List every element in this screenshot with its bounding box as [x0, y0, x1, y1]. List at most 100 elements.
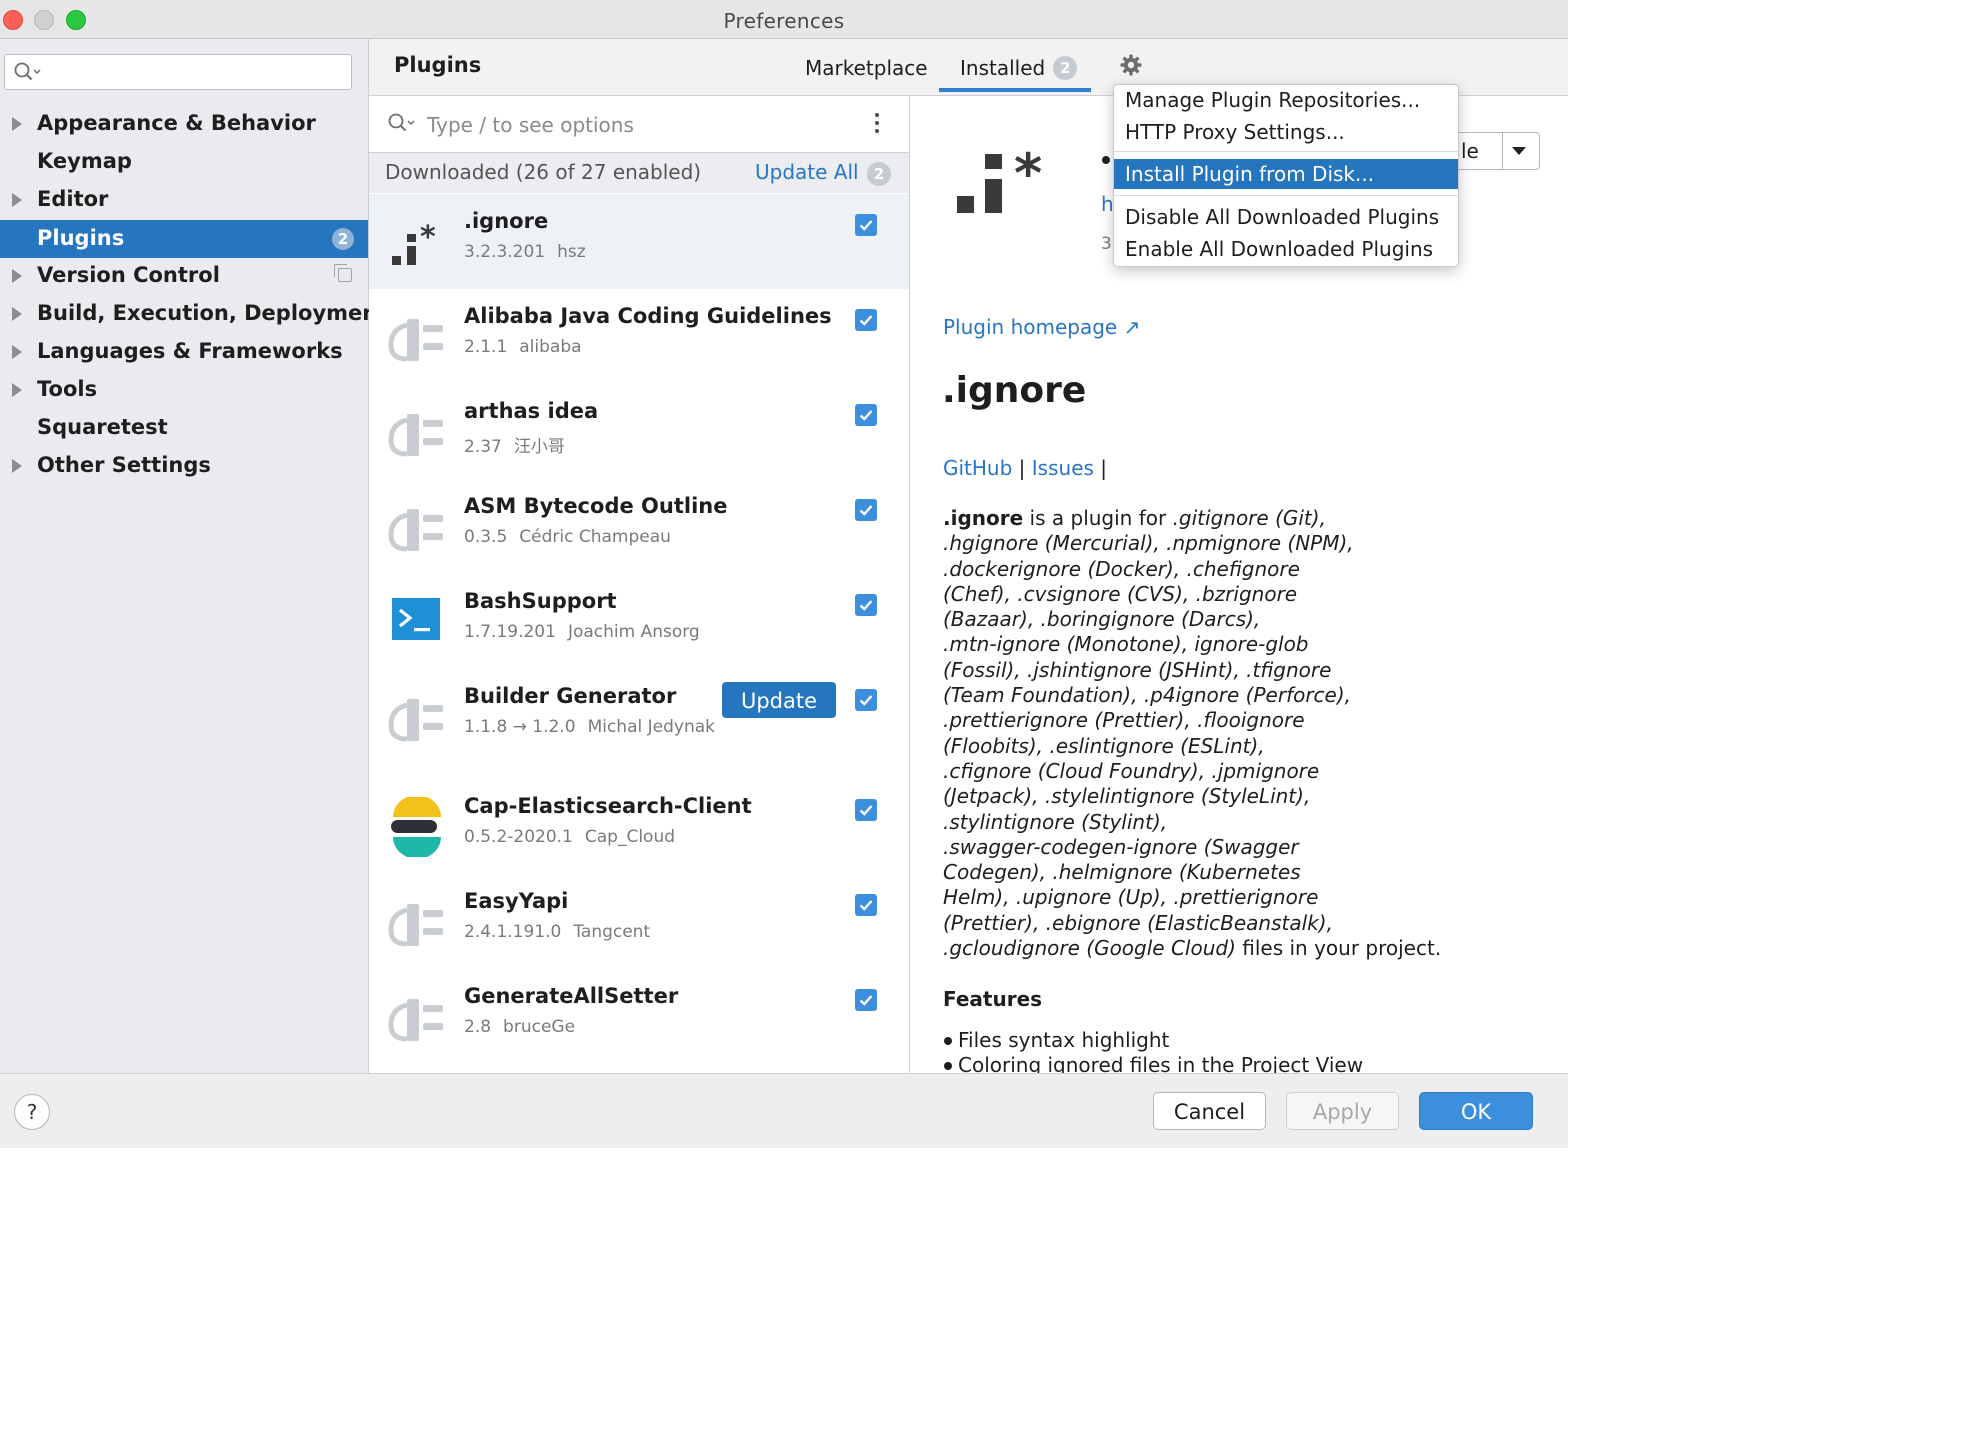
plugin-name: Cap-Elasticsearch-Client — [464, 794, 752, 818]
elastic-icon — [387, 795, 447, 859]
help-button[interactable]: ? — [14, 1094, 50, 1130]
ignore-logo-icon: * — [387, 212, 447, 272]
sidebar-item-squaretest[interactable]: Squaretest — [0, 409, 368, 447]
plugin-enabled-checkbox[interactable] — [855, 404, 877, 426]
chevron-down-icon[interactable] — [1512, 147, 1526, 155]
plugin-row-ignore[interactable]: * .ignore 3.2.3.201 hsz — [369, 194, 909, 289]
plugin-links: GitHub | Issues | — [943, 456, 1107, 480]
github-link[interactable]: GitHub — [943, 456, 1012, 480]
sidebar-item-label: Build, Execution, Deployment — [37, 301, 388, 325]
description-text: is a plugin for — [1023, 506, 1173, 530]
menu-item-disable-all-downloaded-plugins[interactable]: Disable All Downloaded Plugins — [1114, 202, 1458, 232]
plugin-row-alibaba-java-coding-guidelines[interactable]: Alibaba Java Coding Guidelines 2.1.1 alib… — [369, 289, 909, 384]
plugin-row-arthas-idea[interactable]: arthas idea 2.37 汪小哥 — [369, 384, 909, 479]
enable-split-button[interactable]: le — [1450, 132, 1540, 170]
plugin-name: GenerateAllSetter — [464, 984, 679, 1008]
gear-icon[interactable] — [1119, 53, 1143, 81]
menu-item-http-proxy-settings[interactable]: HTTP Proxy Settings... — [1114, 117, 1458, 147]
plugin-enabled-checkbox[interactable] — [855, 309, 877, 331]
plugin-enabled-checkbox[interactable] — [855, 594, 877, 616]
sidebar-item-plugins[interactable]: Plugins 2 — [0, 220, 368, 258]
apply-button[interactable]: Apply — [1286, 1092, 1399, 1130]
sidebar-item-languages-frameworks[interactable]: Languages & Frameworks — [0, 333, 368, 371]
plugin-homepage-link[interactable]: Plugin homepage ↗ — [943, 315, 1140, 339]
menu-separator — [1114, 151, 1458, 152]
partially-hidden-text — [1102, 156, 1110, 164]
expand-arrow-icon[interactable] — [12, 383, 22, 397]
sidebar-item-build-execution-deployment[interactable]: Build, Execution, Deployment — [0, 295, 387, 333]
sidebar-item-keymap[interactable]: Keymap — [0, 143, 368, 181]
plugin-vendor: Joachim Ansorg — [567, 622, 700, 642]
sidebar-item-appearance-behavior[interactable]: Appearance & Behavior — [0, 105, 368, 143]
sidebar-item-version-control[interactable]: Version Control — [0, 257, 368, 295]
menu-separator — [1114, 195, 1458, 196]
expand-arrow-icon[interactable] — [12, 117, 22, 131]
plugin-enabled-checkbox[interactable] — [855, 989, 877, 1011]
ignore-logo-icon: * — [954, 142, 1064, 230]
expand-arrow-icon[interactable] — [12, 459, 22, 473]
sidebar-item-label: Other Settings — [37, 453, 211, 477]
link-separator: | — [1018, 456, 1026, 480]
plugin-version: 2.4.1.191.0 — [464, 922, 562, 942]
plugin-plug-icon — [387, 987, 447, 1047]
plugin-row-builder-generator[interactable]: Builder Generator 1.1.8 → 1.2.0 Michal Je… — [369, 669, 909, 764]
expand-arrow-icon[interactable] — [12, 345, 22, 359]
sidebar-item-label: Squaretest — [37, 415, 168, 439]
description-lead: .ignore — [943, 506, 1024, 530]
plugin-meta: 2.8 bruceGe — [464, 1017, 575, 1037]
sidebar-item-label: Version Control — [37, 263, 220, 287]
plugin-enabled-checkbox[interactable] — [855, 799, 877, 821]
more-options-icon[interactable] — [872, 113, 882, 137]
plugin-row-bashsupport[interactable]: BashSupport 1.7.19.201 Joachim Ansorg — [369, 574, 909, 669]
plugin-meta: 0.5.2-2020.1 Cap_Cloud — [464, 827, 675, 847]
plugin-version: 3.2.3.201 — [464, 242, 546, 262]
sidebar-item-editor[interactable]: Editor — [0, 181, 368, 219]
plugin-enabled-checkbox[interactable] — [855, 499, 877, 521]
plugin-row-asm-bytecode-outline[interactable]: ASM Bytecode Outline 0.3.5 Cédric Champea… — [369, 479, 909, 574]
plugin-name: arthas idea — [464, 399, 599, 423]
partially-hidden-version: 3 — [1101, 234, 1112, 254]
partially-hidden-link[interactable]: h — [1101, 192, 1114, 216]
update-plugin-button[interactable]: Update — [722, 682, 836, 718]
plugin-name: ASM Bytecode Outline — [464, 494, 728, 518]
plugin-enabled-checkbox[interactable] — [855, 214, 877, 236]
expand-arrow-icon[interactable] — [12, 269, 22, 283]
sidebar-search-field[interactable] — [4, 54, 352, 90]
plugin-enabled-checkbox[interactable] — [855, 689, 877, 711]
menu-item-manage-plugin-repositories[interactable]: Manage Plugin Repositories... — [1114, 85, 1458, 115]
plugin-meta: 2.4.1.191.0 Tangcent — [464, 922, 650, 942]
search-icon — [387, 112, 417, 138]
plugin-enabled-checkbox[interactable] — [855, 894, 877, 916]
tab-marketplace[interactable]: Marketplace — [805, 56, 928, 80]
plugin-settings-menu: Manage Plugin Repositories... HTTP Proxy… — [1113, 84, 1459, 267]
sidebar-item-label: Editor — [37, 187, 109, 211]
window-title: Preferences — [723, 9, 845, 33]
cancel-button[interactable]: Cancel — [1153, 1092, 1266, 1130]
expand-arrow-icon[interactable] — [12, 307, 22, 321]
plugin-row-cap-elasticsearch-client[interactable]: Cap-Elasticsearch-Client 0.5.2-2020.1 Cap… — [369, 779, 909, 874]
expand-arrow-icon[interactable] — [12, 193, 22, 207]
tab-installed[interactable]: Installed 2 — [960, 56, 1078, 80]
plugin-search-input[interactable] — [425, 110, 849, 140]
plugin-row-easyyapi[interactable]: EasyYapi 2.4.1.191.0 Tangcent — [369, 874, 909, 969]
plugin-row-generateallsetter[interactable]: GenerateAllSetter 2.8 bruceGe — [369, 969, 909, 1064]
update-all-link[interactable]: Update All — [755, 160, 859, 184]
sidebar-item-other-settings[interactable]: Other Settings — [0, 447, 368, 485]
plugin-name: BashSupport — [464, 589, 617, 613]
split-button-label: le — [1461, 139, 1479, 163]
plugin-plug-icon — [387, 892, 447, 952]
sidebar-item-label: Appearance & Behavior — [37, 111, 316, 135]
issues-link[interactable]: Issues — [1032, 456, 1094, 480]
plugin-vendor: Michal Jedynak — [587, 717, 715, 737]
sidebar-item-tools[interactable]: Tools — [0, 371, 368, 409]
menu-item-install-plugin-from-disk[interactable]: Install Plugin from Disk... — [1114, 159, 1458, 189]
plugin-name: .ignore — [464, 209, 549, 233]
title-bar: Preferences — [0, 0, 1568, 39]
page-title: Plugins — [394, 53, 482, 77]
sidebar-item-label: Plugins — [37, 226, 125, 250]
plugin-detail-title: .ignore — [942, 370, 1087, 411]
ok-button[interactable]: OK — [1419, 1092, 1533, 1130]
plugin-version: 2.1.1 — [464, 337, 508, 357]
plugin-plug-icon — [387, 307, 447, 367]
menu-item-enable-all-downloaded-plugins[interactable]: Enable All Downloaded Plugins — [1114, 234, 1458, 264]
